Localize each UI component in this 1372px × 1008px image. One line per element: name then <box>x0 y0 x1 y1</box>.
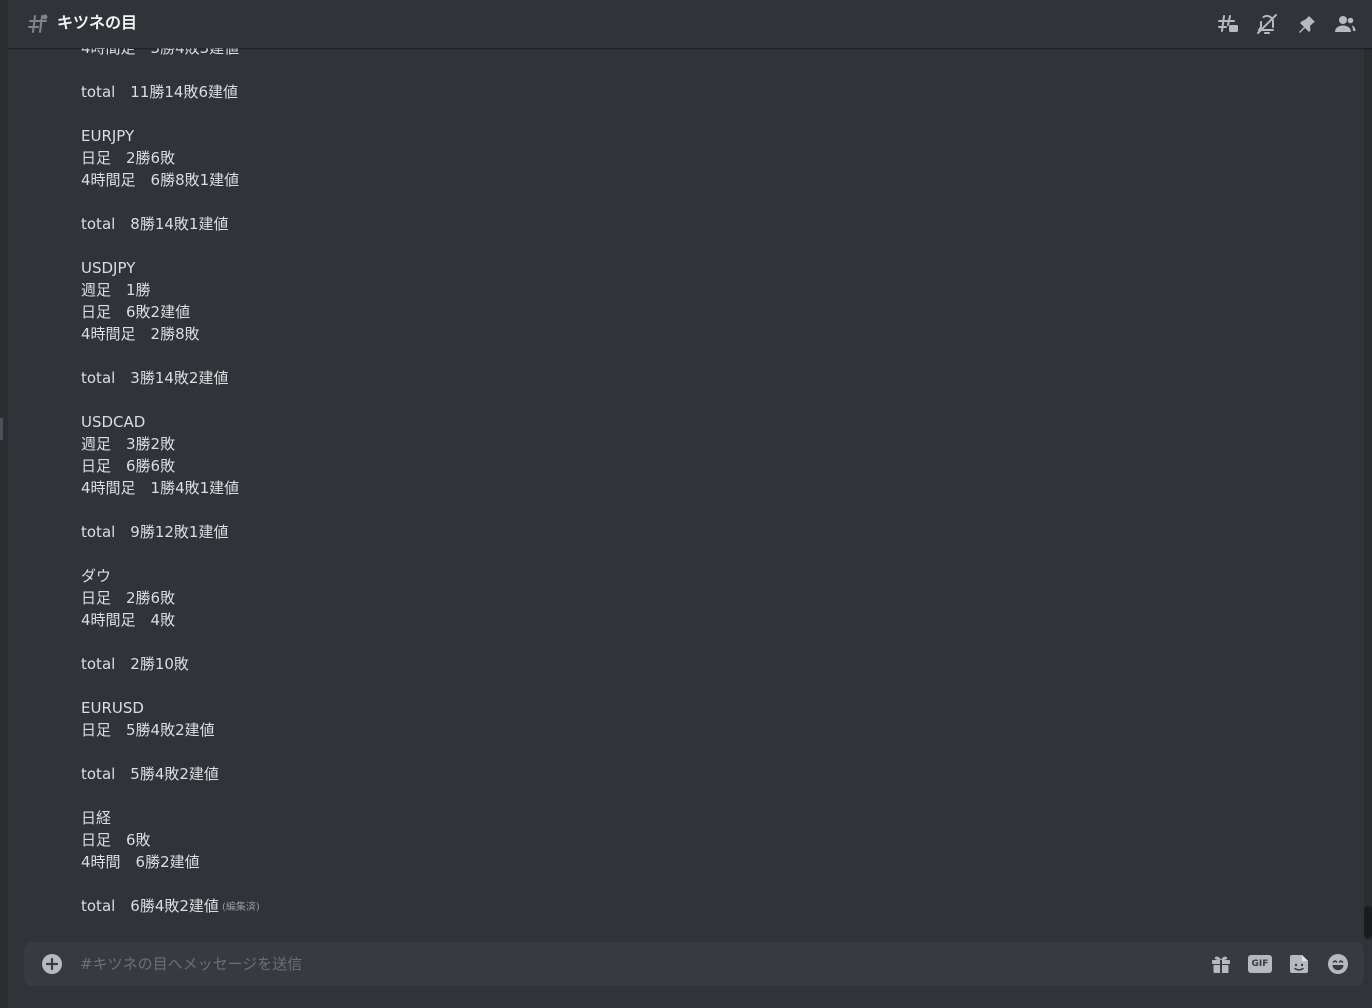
message-list[interactable]: 4時間足 3勝4敗3建値 total 11勝14敗6建値 EURJPY 日足 2勝6… <box>8 0 1364 942</box>
message-lines: total 11勝14敗6建値 EURJPY 日足 2勝6敗 4時間足 6勝8敗1建値… <box>81 59 1281 895</box>
message-content: 4時間足 3勝4敗3建値 total 11勝14敗6建値 EURJPY 日足 2勝6… <box>81 37 1281 917</box>
message-line: 日足 6敗2建値 <box>81 303 191 321</box>
bottom-spacer <box>8 986 1372 1008</box>
message-line: 4時間 6勝2建値 <box>81 853 200 871</box>
message-line: 4時間足 4敗 <box>81 611 176 629</box>
header-toolbar <box>1216 0 1372 48</box>
message-composer: #キツネの目へメッセージを送信 GIF <box>24 942 1364 986</box>
sticker-icon[interactable] <box>1287 952 1311 976</box>
message-line: USDCAD <box>81 413 146 431</box>
pin-icon[interactable] <box>1294 12 1318 36</box>
guild-sidebar-edge <box>0 0 8 1008</box>
message-last-line-text: total 6勝4敗2建値 <box>81 897 219 915</box>
message-line: ダウ <box>81 567 112 585</box>
composer-toolbar: GIF <box>1194 952 1350 976</box>
message-line: 日経 <box>81 809 112 827</box>
message-line: 日足 2勝6敗 <box>81 589 176 607</box>
discord-channel-view: 4時間足 3勝4敗3建値 total 11勝14敗6建値 EURJPY 日足 2勝6… <box>0 0 1372 1008</box>
scrollbar-thumb[interactable] <box>1364 906 1372 938</box>
threads-channel-icon <box>26 12 50 36</box>
emoji-icon[interactable] <box>1326 952 1350 976</box>
upload-plus-icon[interactable] <box>40 952 64 976</box>
channel-header: キツネの目 <box>8 0 1372 48</box>
message-line: 日足 6敗 <box>81 831 151 849</box>
member-list-icon[interactable] <box>1333 12 1357 36</box>
message-line: 日足 2勝6敗 <box>81 149 176 167</box>
message-line: USDJPY <box>81 259 136 277</box>
notification-muted-icon[interactable] <box>1255 12 1279 36</box>
message-line: 4時間足 1勝4敗1建値 <box>81 479 240 497</box>
gif-label: GIF <box>1248 955 1272 973</box>
message-line: 日足 6勝6敗 <box>81 457 176 475</box>
scrollbar-track[interactable] <box>1364 48 1372 940</box>
gif-icon[interactable]: GIF <box>1248 952 1272 976</box>
message-line: total 5勝4敗2建値 <box>81 765 219 783</box>
message-line: 4時間足 2勝8敗 <box>81 325 200 343</box>
message-input[interactable]: #キツネの目へメッセージを送信 <box>80 953 302 975</box>
message-line: total 11勝14敗6建値 <box>81 83 239 101</box>
message-line: 4時間足 6勝8敗1建値 <box>81 171 240 189</box>
message-line: 日足 5勝4敗2建値 <box>81 721 215 739</box>
message-line: EURJPY <box>81 127 135 145</box>
message-line: 週足 3勝2敗 <box>81 435 176 453</box>
message-line: 週足 1勝 <box>81 281 151 299</box>
channel-name: キツネの目 <box>57 13 138 32</box>
message-line: total 8勝14敗1建値 <box>81 215 229 233</box>
gift-icon[interactable] <box>1209 952 1233 976</box>
sidebar-resize-handle[interactable] <box>0 418 3 440</box>
message-line: total 3勝14敗2建値 <box>81 369 229 387</box>
message-line: total 2勝10敗 <box>81 655 189 673</box>
message-line: total 9勝12敗1建値 <box>81 523 229 541</box>
message-line: EURUSD <box>81 699 144 717</box>
edited-label: (編集済) <box>221 902 260 913</box>
threads-icon[interactable] <box>1216 12 1240 36</box>
message-last-line: total 6勝4敗2建値 (編集済) <box>81 895 1281 917</box>
